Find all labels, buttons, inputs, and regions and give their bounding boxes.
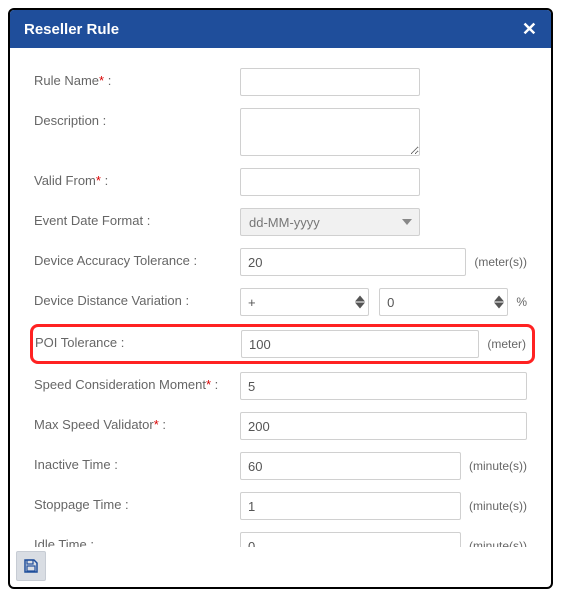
label-idle-time: Idle Time : — [34, 532, 234, 547]
device-distance-val-input[interactable] — [379, 288, 508, 316]
device-distance-op-spinner[interactable] — [240, 288, 369, 316]
label-description: Description : — [34, 108, 234, 128]
save-icon — [23, 558, 39, 574]
label-stoppage-time: Stoppage Time : — [34, 492, 234, 512]
dialog-title: Reseller Rule — [24, 21, 119, 38]
inactive-time-input[interactable] — [240, 452, 461, 480]
suffix-minutes: (minute(s)) — [469, 459, 527, 473]
idle-time-input[interactable] — [240, 532, 461, 547]
label-max-speed: Max Speed Validator* : — [34, 412, 234, 432]
max-speed-input[interactable] — [240, 412, 527, 440]
rule-name-input[interactable] — [240, 68, 420, 96]
poi-tolerance-input[interactable] — [241, 330, 479, 358]
dialog: Reseller Rule ✕ Rule Name* : Description… — [8, 8, 553, 589]
device-distance-op-input[interactable] — [240, 288, 369, 316]
label-rule-name: Rule Name* : — [34, 68, 234, 88]
description-input[interactable] — [240, 108, 420, 156]
label-inactive-time: Inactive Time : — [34, 452, 234, 472]
label-speed-moment: Speed Consideration Moment* : — [34, 372, 234, 392]
event-date-format-select[interactable]: dd-MM-yyyy — [240, 208, 420, 236]
spinner-arrows-icon[interactable] — [355, 296, 365, 309]
device-accuracy-input[interactable] — [240, 248, 466, 276]
label-device-accuracy: Device Accuracy Tolerance : — [34, 248, 234, 268]
suffix-minutes: (minute(s)) — [469, 499, 527, 513]
poi-tolerance-row: POI Tolerance : (meter) — [30, 324, 535, 364]
titlebar: Reseller Rule ✕ — [10, 10, 551, 48]
save-button[interactable] — [16, 551, 46, 581]
suffix-percent: % — [516, 295, 527, 309]
label-poi-tolerance: POI Tolerance : — [35, 330, 235, 350]
speed-moment-input[interactable] — [240, 372, 527, 400]
suffix-minutes: (minute(s)) — [469, 539, 527, 547]
label-event-date-format: Event Date Format : — [34, 208, 234, 228]
suffix-meter: (meter) — [487, 337, 526, 351]
label-device-distance: Device Distance Variation : — [34, 288, 234, 308]
spinner-arrows-icon[interactable] — [494, 296, 504, 309]
suffix-meters: (meter(s)) — [474, 255, 527, 269]
label-valid-from: Valid From* : — [34, 168, 234, 188]
footer — [10, 547, 551, 587]
stoppage-time-input[interactable] — [240, 492, 461, 520]
close-icon[interactable]: ✕ — [522, 20, 537, 38]
form-body: Rule Name* : Description : Valid From* : — [10, 48, 551, 547]
valid-from-input[interactable] — [240, 168, 420, 196]
device-distance-val-spinner[interactable] — [379, 288, 508, 316]
